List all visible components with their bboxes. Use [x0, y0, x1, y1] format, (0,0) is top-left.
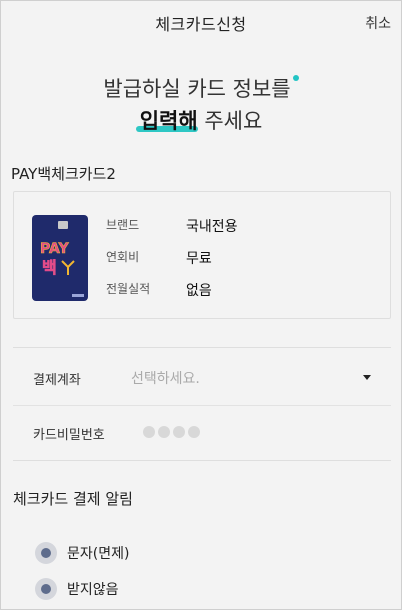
detail-value: 무료: [186, 251, 212, 267]
headline: 발급하실 카드 정보를 입력해 주세요: [1, 73, 401, 137]
account-select[interactable]: 결제계좌 선택하세요.: [13, 348, 391, 405]
payment-form: 결제계좌 선택하세요. 카드비밀번호: [13, 347, 391, 461]
card-chip-icon: [58, 221, 68, 229]
detail-label: 연회비: [106, 250, 140, 264]
accent-dot-icon: [292, 75, 299, 81]
radio-button[interactable]: [35, 578, 57, 600]
pin-dot: [188, 426, 200, 438]
alert-option-sms[interactable]: 문자(면제): [35, 542, 129, 564]
card-brand-mark: [72, 294, 84, 297]
detail-value: 국내전용: [186, 219, 238, 235]
account-label: 결제계좌: [33, 373, 81, 388]
card-logo-icon: PAY 백: [40, 241, 75, 277]
account-select-value[interactable]: 선택하세요.: [131, 368, 200, 388]
page-title: 체크카드신청: [155, 15, 247, 34]
alert-section-title: 체크카드 결제 알림: [13, 490, 133, 508]
pin-input[interactable]: [143, 426, 200, 438]
pin-dot: [173, 426, 185, 438]
pin-dot: [143, 426, 155, 438]
card-info-panel: PAY 백 브랜드 국내전용 연회비 무료 전월실적 없음: [13, 191, 391, 319]
radio-label[interactable]: 문자(면제): [67, 543, 129, 563]
headline-line2: 주세요: [197, 109, 263, 133]
card-logo-text: PAY: [40, 241, 69, 257]
pin-field[interactable]: 카드비밀번호: [13, 406, 391, 463]
pin-label: 카드비밀번호: [33, 428, 105, 443]
radio-label[interactable]: 받지않음: [67, 579, 119, 599]
cancel-button[interactable]: 취소: [365, 13, 391, 33]
radio-button[interactable]: [35, 542, 57, 564]
card-logo-text-ko: 백: [42, 258, 57, 277]
pin-dot: [158, 426, 170, 438]
chevron-down-icon[interactable]: [363, 375, 371, 380]
card-product-name: PAY백체크카드2: [11, 165, 116, 183]
header-bar: 체크카드신청 취소: [1, 1, 401, 45]
headline-line1: 발급하실 카드 정보를: [103, 77, 291, 101]
headline-emphasis: 입력해: [139, 109, 198, 133]
detail-value: 없음: [186, 283, 212, 299]
card-image: PAY 백: [32, 215, 88, 301]
detail-label: 브랜드: [106, 218, 140, 232]
alert-option-none[interactable]: 받지않음: [35, 578, 119, 600]
detail-label: 전월실적: [106, 282, 151, 296]
